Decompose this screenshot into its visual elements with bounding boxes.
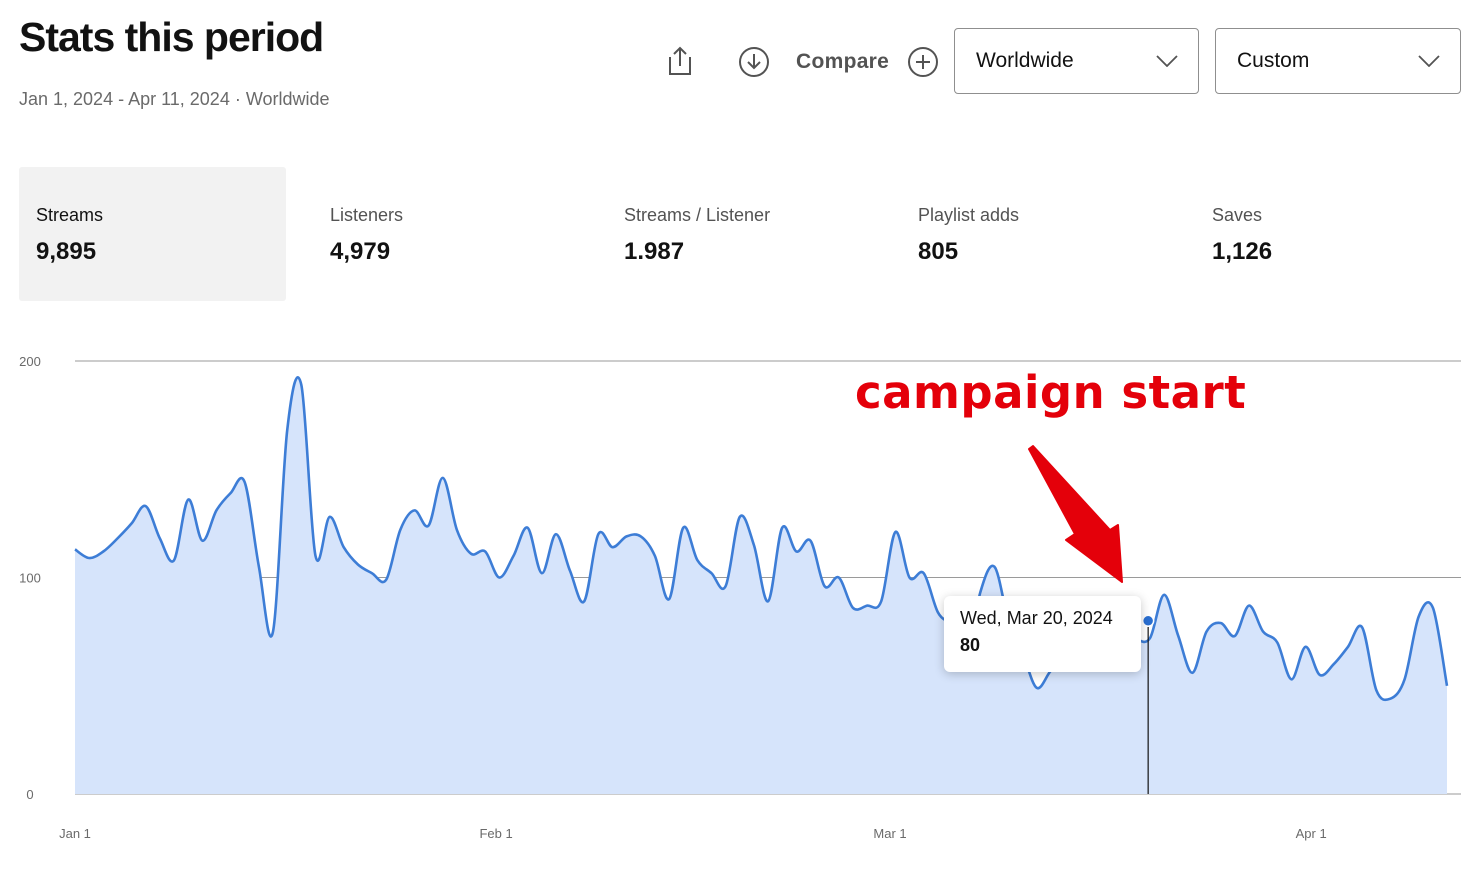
stat-value: 1.987 — [624, 238, 685, 265]
date-range-dropdown-value: Custom — [1237, 49, 1310, 72]
date-range-dropdown[interactable]: Custom — [1215, 28, 1461, 94]
stat-value: 805 — [918, 238, 959, 265]
stat-value: 9,895 — [36, 238, 97, 265]
stat-card-streams-per-listener[interactable]: Streams / Listener 1.987 — [607, 167, 874, 301]
annotation-arrow — [1028, 445, 1123, 583]
stat-label: Listeners — [330, 205, 404, 225]
chevron-down-icon — [1156, 55, 1178, 67]
stat-card-playlist-adds[interactable]: Playlist adds 805 — [901, 167, 1168, 301]
tooltip-value: 80 — [960, 635, 981, 655]
y-tick-label: 0 — [26, 787, 33, 802]
stat-card-saves[interactable]: Saves 1,126 — [1195, 167, 1462, 301]
y-tick-label: 200 — [19, 354, 41, 369]
hover-point — [1141, 614, 1155, 628]
stat-card-streams[interactable]: Streams 9,895 — [19, 167, 286, 301]
stat-label: Streams — [36, 205, 104, 225]
y-tick-label: 100 — [19, 571, 41, 586]
region-dropdown[interactable]: Worldwide — [954, 28, 1199, 94]
x-tick-label: Jan 1 — [59, 826, 91, 841]
campaign-start-annotation: campaign start — [855, 366, 1247, 419]
stat-label: Playlist adds — [918, 205, 1020, 225]
x-tick-label: Apr 1 — [1296, 826, 1327, 841]
plus-circle-icon — [908, 47, 939, 77]
chevron-down-icon — [1418, 55, 1440, 67]
period-subtitle: Jan 1, 2024 - Apr 11, 2024 · Worldwide — [19, 89, 330, 109]
region-dropdown-value: Worldwide — [976, 49, 1074, 72]
stat-label: Saves — [1212, 205, 1263, 225]
compare-button[interactable]: Compare — [796, 40, 939, 84]
x-tick-label: Feb 1 — [479, 826, 512, 841]
streams-chart: 0 100 200 Jan 1 Feb 1 Mar 1 Apr 1 — [19, 354, 1461, 841]
download-icon — [739, 47, 769, 77]
compare-label: Compare — [796, 50, 890, 73]
stat-value: 4,979 — [330, 238, 391, 265]
download-button[interactable] — [736, 44, 772, 80]
stat-value: 1,126 — [1212, 238, 1273, 265]
share-icon — [669, 46, 691, 75]
chart-tooltip: Wed, Mar 20, 2024 80 — [944, 596, 1141, 672]
stat-card-listeners[interactable]: Listeners 4,979 — [313, 167, 580, 301]
tooltip-date: Wed, Mar 20, 2024 — [960, 608, 1113, 628]
stat-label: Streams / Listener — [624, 205, 771, 225]
x-tick-label: Mar 1 — [873, 826, 906, 841]
share-button[interactable] — [662, 42, 698, 80]
page-title: Stats this period — [19, 14, 324, 60]
